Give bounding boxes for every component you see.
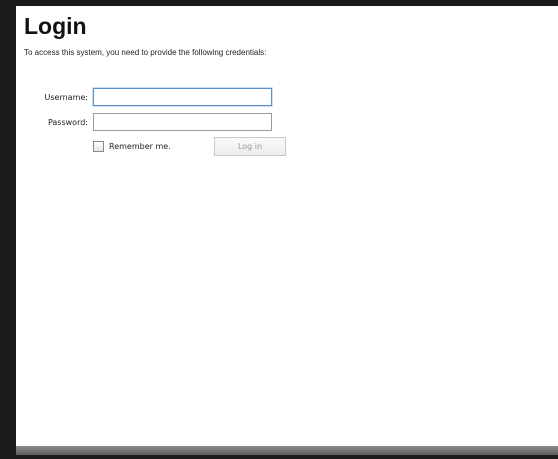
intro-text: To access this system, you need to provi… (24, 48, 267, 57)
status-bar (16, 446, 558, 455)
remember-me-checkbox[interactable] (93, 141, 104, 152)
username-label: Username: (44, 93, 88, 102)
login-button[interactable]: Log in (214, 137, 286, 156)
password-field[interactable] (93, 113, 272, 131)
login-window: Login To access this system, you need to… (16, 6, 558, 446)
page-title: Login (24, 13, 87, 39)
password-label: Password: (47, 118, 88, 127)
username-field[interactable] (93, 88, 272, 106)
remember-me-label[interactable]: Remember me. (109, 142, 171, 151)
remember-me-option[interactable]: Remember me. (93, 141, 171, 152)
